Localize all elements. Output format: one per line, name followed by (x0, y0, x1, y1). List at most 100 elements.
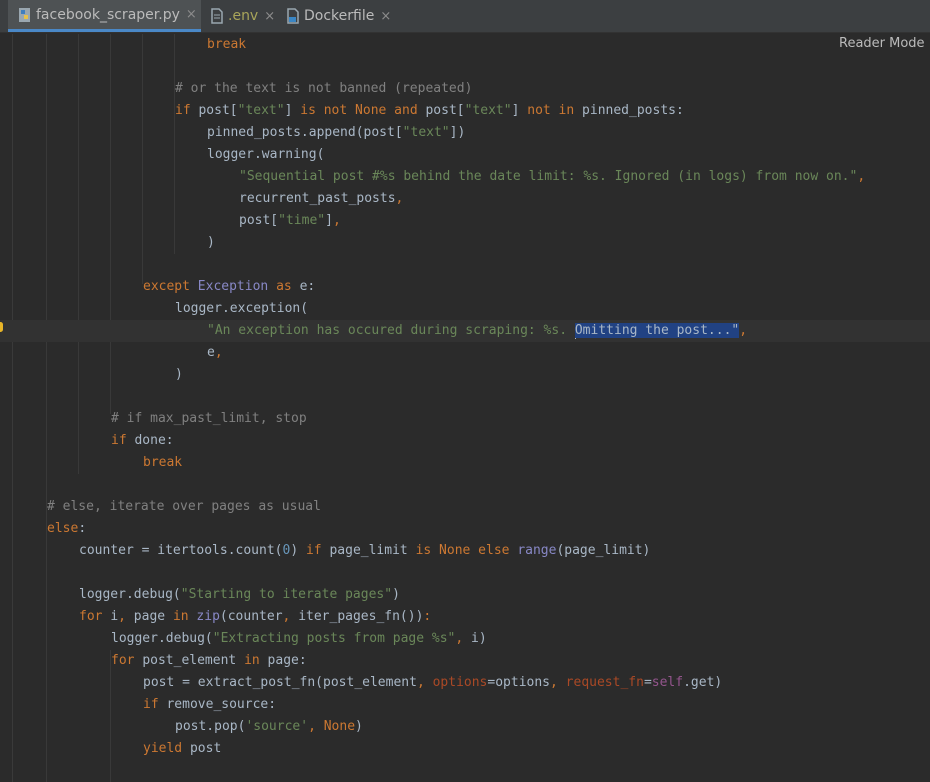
code-token: i) (471, 631, 487, 646)
intention-bulb-icon[interactable] (0, 322, 3, 332)
code-line[interactable]: ) (207, 232, 215, 254)
code-token: , (332, 213, 341, 228)
code-line[interactable]: logger.debug("Extracting posts from page… (111, 628, 487, 650)
code-line[interactable]: ) (175, 364, 183, 386)
code-token: # if max_past_limit, stop (111, 411, 307, 426)
code-token: Exception (197, 279, 277, 294)
code-line[interactable]: else: (47, 518, 86, 540)
reader-mode-button[interactable]: Reader Mode (839, 36, 925, 51)
code-token: for (111, 653, 143, 668)
code-token: i (110, 609, 119, 624)
code-line[interactable]: recurrent_past_posts, (239, 188, 403, 210)
code-token: "text" (237, 103, 285, 118)
code-token: counter = itertools.count( (79, 543, 283, 558)
close-icon[interactable]: × (264, 9, 275, 24)
code-line[interactable]: post.pop('source', None) (175, 716, 363, 738)
code-token: ) (290, 543, 306, 558)
tab-env[interactable]: .env × (210, 0, 280, 32)
close-icon[interactable]: × (380, 9, 391, 24)
code-token: "Sequential post #%s behind the date lim… (239, 169, 858, 184)
code-token: post.pop( (175, 719, 246, 734)
code-token: range (517, 543, 557, 558)
code-token: request_fn (565, 675, 644, 690)
code-token: , (550, 675, 566, 690)
code-line[interactable]: except Exception as e: (143, 276, 315, 298)
code-token: for (79, 609, 111, 624)
code-token: page (133, 609, 173, 624)
code-token: ) (175, 367, 183, 382)
code-line[interactable]: post["time"], (239, 210, 341, 232)
code-token: ) (207, 235, 215, 250)
code-token: , (739, 323, 748, 338)
code-token: : (78, 521, 87, 536)
code-line[interactable]: logger.exception( (175, 298, 308, 320)
indent-guide (174, 34, 175, 254)
code-token: in (244, 653, 268, 668)
code-token: , (395, 191, 404, 206)
selected-text: Omitting the post..." (574, 323, 740, 338)
code-token: logger.warning( (207, 147, 325, 162)
code-line[interactable]: break (143, 452, 182, 474)
code-token: post[ (239, 213, 279, 228)
code-token: ] (325, 213, 333, 228)
code-line[interactable]: if done: (111, 430, 174, 452)
code-line[interactable]: # else, iterate over pages as usual (47, 496, 321, 518)
code-token: "Extracting posts from page %s" (212, 631, 456, 646)
code-line[interactable]: for post_element in page: (111, 650, 307, 672)
code-line[interactable]: if remove_source: (143, 694, 276, 716)
code-line[interactable]: for i, page in zip(counter, iter_pages_f… (79, 606, 431, 628)
close-icon[interactable]: × (186, 7, 197, 22)
code-line[interactable]: logger.warning( (207, 144, 324, 166)
code-line[interactable]: if post["text"] is not None and post["te… (175, 100, 684, 122)
code-line[interactable]: counter = itertools.count(0) if page_lim… (79, 540, 650, 562)
code-line[interactable]: yield post (143, 738, 221, 760)
code-token: break (143, 455, 183, 470)
code-token: =options (487, 675, 551, 690)
indent-guide (46, 34, 47, 782)
code-token: , (282, 609, 299, 624)
code-line[interactable]: # if max_past_limit, stop (111, 408, 307, 430)
code-token: # else, iterate over pages as usual (47, 499, 321, 514)
tab-label: facebook_scraper.py (36, 6, 180, 23)
text-file-icon (210, 8, 224, 24)
code-token: = (643, 675, 652, 690)
code-token: logger.exception( (175, 301, 309, 316)
code-token: "Starting to iterate pages" (180, 587, 393, 602)
gutter-divider (12, 34, 13, 782)
code-token: self (651, 675, 684, 690)
code-token: , (455, 631, 472, 646)
code-token: yield (143, 741, 190, 756)
indent-guide (142, 34, 143, 284)
code-token: in (172, 609, 197, 624)
code-line[interactable]: e, (207, 342, 223, 364)
code-token: : (423, 609, 432, 624)
code-line[interactable]: post = extract_post_fn(post_element, opt… (143, 672, 722, 694)
code-line[interactable]: break (207, 34, 246, 56)
code-token: post[ (198, 103, 238, 118)
code-line[interactable]: logger.debug("Starting to iterate pages"… (79, 584, 400, 606)
code-token: , (118, 609, 134, 624)
code-token: iter_pages_fn()) (298, 609, 424, 624)
code-token: as (276, 279, 300, 294)
code-line[interactable]: pinned_posts.append(post["text"]) (207, 122, 465, 144)
code-line[interactable]: # or the text is not banned (repeated) (175, 78, 472, 100)
code-token: (page_limit) (556, 543, 651, 558)
code-token: break (207, 37, 247, 52)
code-token: pinned_posts.append(post[ (207, 125, 403, 140)
tab-dockerfile[interactable]: Dockerfile × (286, 0, 396, 32)
code-line[interactable]: "Sequential post #%s behind the date lim… (239, 166, 865, 188)
tab-facebook-scraper[interactable]: facebook_scraper.py × (8, 0, 201, 32)
code-token: except (143, 279, 198, 294)
code-token: e: (299, 279, 316, 294)
code-token: is None else (415, 543, 518, 558)
code-line[interactable]: "An exception has occured during scrapin… (207, 320, 747, 342)
python-file-icon (18, 7, 32, 23)
code-token: ]) (449, 125, 466, 140)
code-token: ] (284, 103, 301, 118)
code-token: pinned_posts: (582, 103, 684, 118)
code-token: remove_source: (166, 697, 277, 712)
code-token: post = extract_post_fn(post_element (143, 675, 417, 690)
code-token: (counter (219, 609, 283, 624)
code-token: if (305, 543, 330, 558)
code-token: post (189, 741, 222, 756)
